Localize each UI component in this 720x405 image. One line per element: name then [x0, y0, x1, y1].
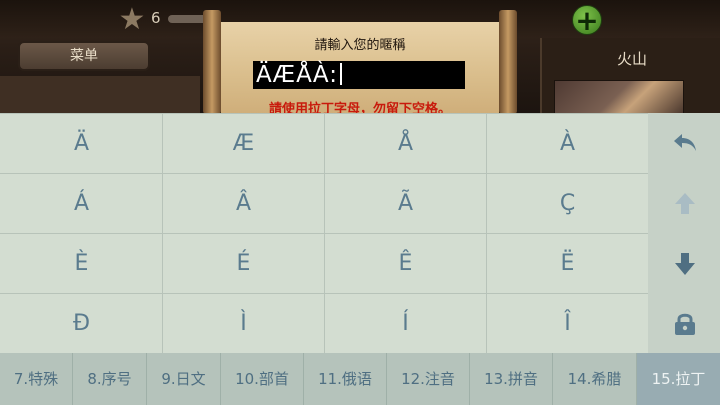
- key[interactable]: Î: [487, 294, 648, 353]
- menu-button[interactable]: 菜单: [18, 41, 150, 71]
- backspace-icon: [674, 134, 696, 151]
- add-icon[interactable]: +: [572, 5, 602, 35]
- key[interactable]: Ä: [1, 114, 162, 173]
- tab-latin[interactable]: 15.拉丁: [637, 353, 720, 405]
- nickname-dialog: 請輸入您的暱稱 ÄÆÅÀ: 請使用拉丁字母，勿留下空格。: [221, 22, 499, 113]
- left-panel: [0, 76, 200, 113]
- text-caret: [339, 63, 342, 85]
- dialog-hint: 請使用拉丁字母，勿留下空格。: [268, 102, 451, 113]
- lock-button[interactable]: [648, 294, 720, 353]
- key[interactable]: È: [1, 234, 162, 293]
- dialog-title: 請輸入您的暱稱: [314, 38, 406, 53]
- divider: [0, 293, 720, 294]
- volcano-title: 火山: [616, 50, 647, 68]
- tab-japanese[interactable]: 9.日文: [147, 353, 221, 405]
- scroll-rod-right: [499, 10, 517, 113]
- star-icon: ★: [118, 2, 146, 37]
- tab-special[interactable]: 7.特殊: [0, 353, 73, 405]
- tab-greek[interactable]: 14.希腊: [553, 353, 637, 405]
- tab-pinyin[interactable]: 13.拼音: [470, 353, 553, 405]
- volcano-panel[interactable]: 火山: [540, 38, 720, 113]
- key[interactable]: Ê: [325, 234, 486, 293]
- divider: [0, 113, 720, 114]
- divider: [0, 233, 720, 234]
- player-level: 6: [151, 9, 161, 27]
- scroll-rod-left: [203, 10, 221, 113]
- tab-radicals[interactable]: 10.部首: [221, 353, 304, 405]
- tab-zhuyin[interactable]: 12.注音: [387, 353, 470, 405]
- nickname-value: ÄÆÅÀ:: [256, 62, 338, 88]
- nickname-input[interactable]: ÄÆÅÀ:: [253, 61, 465, 89]
- key[interactable]: Â: [163, 174, 324, 233]
- enter-button[interactable]: [648, 234, 720, 293]
- key[interactable]: Æ: [163, 114, 324, 173]
- shift-up-icon: [675, 193, 695, 214]
- xp-bar: [168, 15, 208, 23]
- keyboard-tab-bar: 7.特殊 8.序号 9.日文 10.部首 11.俄语 12.注音 13.拼音 1…: [0, 353, 720, 405]
- shift-button[interactable]: [648, 174, 720, 233]
- game-background: ★ 6 + 菜单 火山 請輸入您的暱稱 ÄÆÅÀ: 請使用拉丁字母，勿留下空格。: [0, 0, 720, 113]
- key[interactable]: É: [163, 234, 324, 293]
- key[interactable]: Á: [1, 174, 162, 233]
- key[interactable]: Ç: [487, 174, 648, 233]
- tab-russian[interactable]: 11.俄语: [304, 353, 387, 405]
- key[interactable]: Ì: [163, 294, 324, 353]
- key[interactable]: À: [487, 114, 648, 173]
- key[interactable]: Í: [325, 294, 486, 353]
- divider: [0, 173, 720, 174]
- soft-keyboard: Ä Æ Å À Á Â Ã Ç È É Ê Ë Đ Ì Í Î 7.特殊 8.序…: [0, 113, 720, 405]
- key[interactable]: Ã: [325, 174, 486, 233]
- tab-serial[interactable]: 8.序号: [73, 353, 147, 405]
- enter-down-icon: [675, 253, 695, 275]
- backspace-button[interactable]: [648, 114, 720, 173]
- function-keys: [648, 113, 720, 353]
- volcano-character-image: [554, 80, 684, 113]
- key[interactable]: Å: [325, 114, 486, 173]
- lock-icon: [675, 313, 695, 335]
- key[interactable]: Đ: [1, 294, 162, 353]
- key[interactable]: Ë: [487, 234, 648, 293]
